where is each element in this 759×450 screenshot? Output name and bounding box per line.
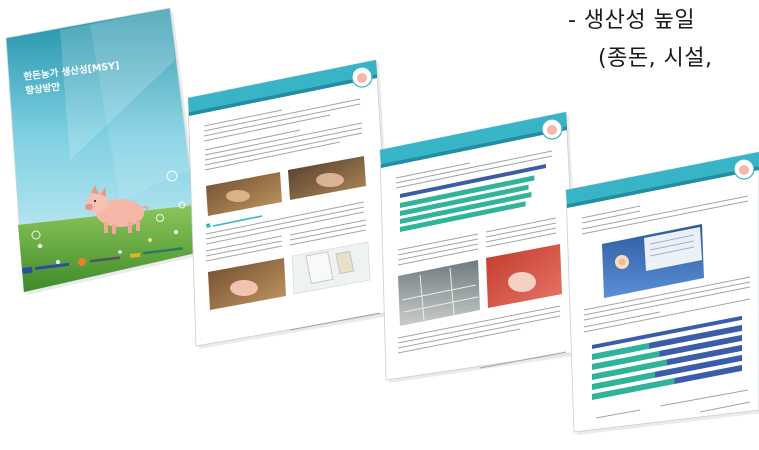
- booklet-page-2: [187, 59, 395, 349]
- booklet-pages-illustration: 한돈농가 생산성[MSY] 향상방안: [5, 7, 759, 435]
- booklet-page-4: [565, 151, 759, 435]
- booklet-page-3: [379, 111, 581, 383]
- booklet-cover: 한돈농가 생산성[MSY] 향상방안: [5, 7, 203, 295]
